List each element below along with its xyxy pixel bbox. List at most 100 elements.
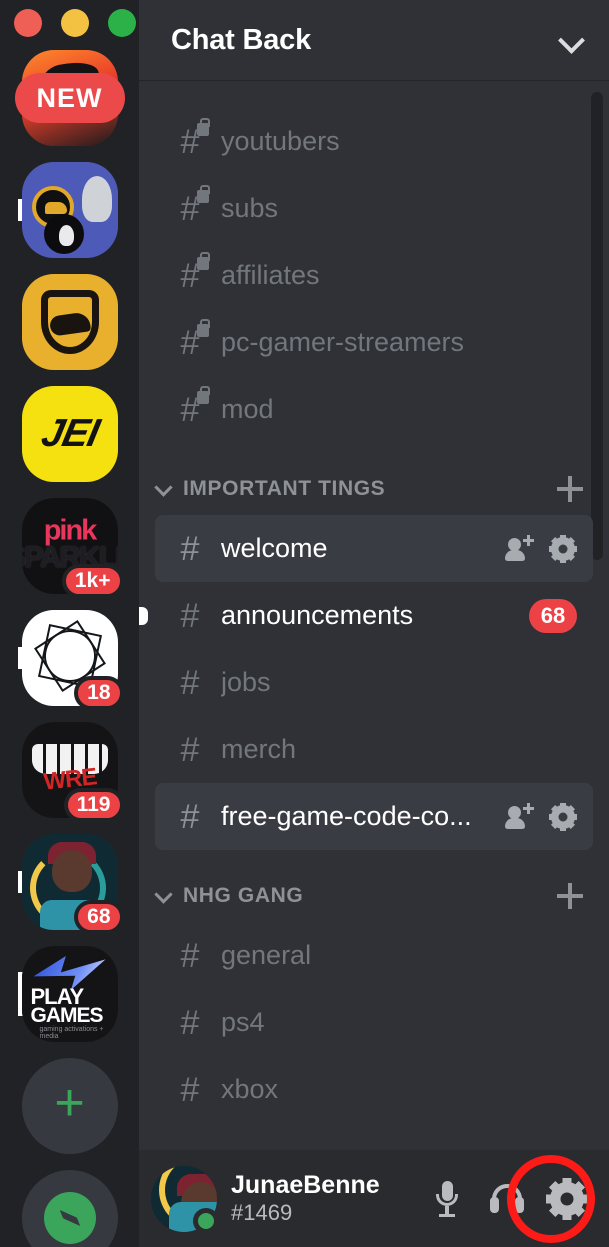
headphones-icon — [489, 1183, 525, 1214]
channel-name: xbox — [221, 1074, 279, 1104]
hash-icon: # — [173, 385, 210, 427]
jei-logo-text: JEI — [37, 412, 102, 455]
server-icon-moto[interactable]: NEW — [14, 50, 125, 146]
channel-affiliates[interactable]: # affiliates — [155, 242, 593, 309]
server-icon-junaebenne[interactable]: 68 — [17, 834, 124, 934]
chevron-down-icon — [155, 480, 173, 498]
channel-actions — [505, 802, 577, 831]
channel-name: general — [221, 940, 312, 970]
channel-sidebar: Chat Back # youtubers # subs # affiliate… — [139, 0, 609, 1247]
server-avatar: JEI — [21, 386, 118, 482]
hash-icon: # — [180, 529, 200, 568]
play-games-art-icon: PLAY GAMES gaming activations + media — [21, 946, 118, 1042]
category-label: NHG GANG — [183, 884, 304, 907]
server-avatar: PLAY GAMES gaming activations + media — [21, 946, 118, 1042]
channel-general[interactable]: # general — [155, 922, 593, 989]
channel-name: subs — [221, 193, 279, 223]
unread-count-badge: 1k+ — [61, 564, 124, 598]
channel-youtubers[interactable]: # youtubers — [155, 108, 593, 175]
lock-icon — [197, 251, 210, 270]
microphone-toggle-button[interactable] — [425, 1177, 469, 1221]
category-important-tings[interactable]: IMPORTANT TINGS — [155, 469, 583, 509]
server-icon-wrestling[interactable]: WRE 119 — [21, 722, 124, 822]
microphone-icon — [434, 1180, 460, 1217]
channel-name: free-game-code-co... — [221, 801, 472, 831]
play-games-tagline: gaming activations + media — [39, 1026, 104, 1040]
server-header[interactable]: Chat Back — [139, 0, 609, 80]
hash-icon: # — [173, 184, 210, 226]
zoom-window-button[interactable] — [108, 9, 136, 37]
hash-icon: # — [180, 936, 200, 975]
category-nhg-gang[interactable]: NHG GANG — [155, 876, 583, 916]
create-channel-button[interactable] — [557, 883, 583, 909]
server-icon-play-games[interactable]: PLAY GAMES gaming activations + media — [17, 946, 118, 1042]
channel-jobs[interactable]: # jobs — [155, 649, 593, 716]
compass-icon — [43, 1192, 96, 1244]
server-avatar — [21, 162, 118, 258]
mention-count-badge: 68 — [529, 598, 577, 633]
server-avatar — [21, 274, 118, 370]
invite-icon[interactable] — [505, 534, 535, 563]
channel-ps4[interactable]: # ps4 — [155, 989, 593, 1056]
channel-name: jobs — [221, 667, 271, 697]
user-panel-buttons — [425, 1154, 595, 1243]
chevron-down-icon — [155, 887, 173, 905]
channel-name: mod — [221, 394, 274, 424]
user-discriminator: #1469 — [231, 1199, 293, 1225]
plus-icon: + — [54, 1074, 85, 1132]
invite-icon[interactable] — [505, 802, 535, 831]
hash-icon: # — [173, 117, 210, 159]
window-traffic-lights — [14, 9, 136, 37]
avatar[interactable] — [151, 1165, 219, 1234]
channel-name: affiliates — [221, 260, 320, 290]
gear-icon — [546, 1177, 588, 1220]
jei-art-icon: JEI — [21, 386, 118, 482]
server-icon-jei[interactable]: JEI — [21, 386, 118, 482]
channel-name: youtubers — [221, 126, 340, 156]
unread-count-badge: 119 — [63, 788, 124, 822]
hash-icon: # — [180, 1070, 200, 1109]
channel-pc-gamer-streamers[interactable]: # pc-gamer-streamers — [155, 309, 593, 376]
channel-subs[interactable]: # subs — [155, 175, 593, 242]
channel-actions — [505, 534, 577, 563]
close-window-button[interactable] — [14, 9, 42, 37]
channel-list-scroll: # youtubers # subs # affiliates # pc-gam… — [139, 80, 609, 1150]
channel-free-game-code-codes[interactable]: # free-game-code-co... — [155, 783, 593, 850]
hash-icon: # — [173, 318, 210, 360]
hash-icon: # — [180, 730, 200, 769]
user-settings-button[interactable] — [545, 1177, 589, 1221]
create-channel-button[interactable] — [557, 476, 583, 502]
unread-count-badge: 68 — [74, 900, 124, 934]
lock-icon — [197, 385, 210, 404]
shield-dog-art-icon — [21, 274, 118, 370]
explore-servers-button[interactable] — [21, 1170, 118, 1247]
channel-name: announcements — [221, 600, 414, 630]
gear-icon[interactable] — [549, 534, 577, 563]
channel-name: merch — [221, 734, 297, 764]
headphones-toggle-button[interactable] — [485, 1177, 529, 1221]
server-icon-geometric[interactable]: 18 — [17, 610, 124, 710]
username: JunaeBenne — [231, 1171, 380, 1200]
chevron-down-icon[interactable] — [559, 27, 585, 53]
channel-mod[interactable]: # mod — [155, 376, 593, 443]
add-server-button[interactable]: + — [21, 1058, 118, 1154]
server-icon-pink-sparkle[interactable]: pink SPARKLE 1k+ — [21, 498, 124, 598]
lock-icon — [197, 117, 210, 136]
blue-community-art-icon — [21, 162, 118, 258]
unread-dot — [139, 606, 148, 625]
channel-welcome[interactable]: # welcome — [155, 515, 593, 582]
hash-icon: # — [180, 663, 200, 702]
channel-xbox[interactable]: # xbox — [155, 1056, 593, 1123]
minimize-window-button[interactable] — [61, 9, 89, 37]
hash-icon: # — [180, 1003, 200, 1042]
channel-name: pc-gamer-streamers — [221, 327, 465, 357]
discord-window: NEW JEI pink PARKL 1k+ 18 WRE 119 68 PLA… — [0, 0, 609, 1247]
channel-announcements[interactable]: # announcements 68 — [139, 582, 593, 649]
channel-merch[interactable]: # merch — [155, 716, 593, 783]
gear-icon[interactable] — [549, 802, 577, 831]
user-identity[interactable]: JunaeBenne #1469 — [231, 1172, 425, 1225]
status-badge-online — [193, 1207, 219, 1234]
server-icon-blue-community[interactable] — [17, 162, 118, 258]
server-icon-gold-shield[interactable] — [21, 274, 118, 370]
channel-name: ps4 — [221, 1007, 265, 1037]
